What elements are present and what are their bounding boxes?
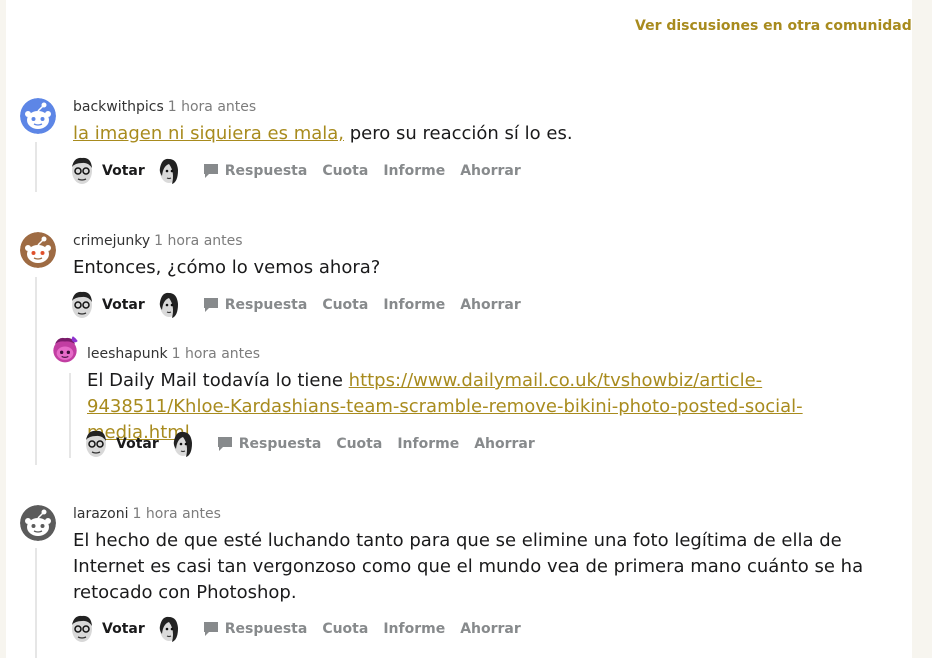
- save-button[interactable]: Ahorrar: [460, 621, 521, 637]
- report-button[interactable]: Informe: [383, 297, 445, 313]
- reply-label: Respuesta: [238, 436, 322, 452]
- comment-body: El hecho de que esté luchando tanto para…: [73, 528, 873, 606]
- comment-bubble-icon: [203, 622, 218, 636]
- snoo-gray-avatar-icon: [20, 505, 56, 541]
- reply-label: Respuesta: [224, 297, 308, 313]
- save-button[interactable]: Ahorrar: [460, 163, 521, 179]
- reply-label: Respuesta: [224, 621, 308, 637]
- thread-line[interactable]: [35, 548, 37, 658]
- reply-button[interactable]: Respuesta: [217, 436, 322, 452]
- comment-body: la imagen ni siquiera es mala, pero su r…: [73, 121, 893, 147]
- thread-line[interactable]: [69, 373, 71, 458]
- comment-meta: crimejunky 1 hora antes: [73, 233, 243, 249]
- comment-body: Entonces, ¿cómo lo vemos ahora?: [73, 255, 893, 281]
- comment-bubble-icon: [217, 437, 232, 451]
- snoo-brown-avatar-icon: [20, 232, 56, 268]
- share-button[interactable]: Cuota: [322, 297, 368, 313]
- vote-label: Votar: [102, 297, 145, 313]
- upvote-face-icon[interactable]: [70, 156, 94, 186]
- report-button[interactable]: Informe: [383, 163, 445, 179]
- share-button[interactable]: Cuota: [322, 163, 368, 179]
- avatar[interactable]: [20, 98, 56, 134]
- reply-button[interactable]: Respuesta: [203, 163, 308, 179]
- report-button[interactable]: Informe: [397, 436, 459, 452]
- vote-label: Votar: [102, 163, 145, 179]
- comment-actions: Votar Respuesta Cuota Informe Ahorrar: [70, 290, 536, 320]
- comment-actions: Votar Respuesta Cuota Informe Ahorrar: [70, 614, 536, 644]
- thread-line[interactable]: [35, 142, 37, 192]
- timestamp[interactable]: 1 hora antes: [132, 506, 220, 522]
- downvote-face-icon[interactable]: [157, 614, 181, 644]
- comment-text: El Daily Mail todavía lo tiene: [87, 370, 349, 391]
- comment-meta: backwithpics 1 hora antes: [73, 99, 256, 115]
- save-button[interactable]: Ahorrar: [474, 436, 535, 452]
- comment-actions: Votar Respuesta Cuota Informe Ahorrar: [70, 156, 536, 186]
- comments-page: Ver discusiones en otra comunidad backwi…: [6, 0, 922, 658]
- upvote-face-icon[interactable]: [70, 290, 94, 320]
- timestamp[interactable]: 1 hora antes: [154, 233, 242, 249]
- comment-bubble-icon: [203, 164, 218, 178]
- comment-bubble-icon: [203, 298, 218, 312]
- downvote-face-icon[interactable]: [171, 429, 195, 459]
- username[interactable]: backwithpics: [73, 99, 164, 115]
- other-community-discussions-link[interactable]: Ver discusiones en otra comunidad: [635, 18, 912, 34]
- downvote-face-icon[interactable]: [157, 156, 181, 186]
- page-edge: [912, 0, 922, 658]
- save-button[interactable]: Ahorrar: [460, 297, 521, 313]
- avatar[interactable]: [50, 334, 80, 364]
- thread-line[interactable]: [35, 277, 37, 465]
- upvote-face-icon[interactable]: [84, 429, 108, 459]
- reply-button[interactable]: Respuesta: [203, 621, 308, 637]
- comment-meta: larazoni 1 hora antes: [73, 506, 221, 522]
- username[interactable]: leeshapunk: [87, 346, 168, 362]
- avatar[interactable]: [20, 232, 56, 268]
- comment-link[interactable]: la imagen ni siquiera es mala,: [73, 123, 344, 144]
- share-button[interactable]: Cuota: [322, 621, 368, 637]
- upvote-face-icon[interactable]: [70, 614, 94, 644]
- avatar[interactable]: [20, 505, 56, 541]
- downvote-face-icon[interactable]: [157, 290, 181, 320]
- share-button[interactable]: Cuota: [336, 436, 382, 452]
- timestamp[interactable]: 1 hora antes: [168, 99, 256, 115]
- username[interactable]: crimejunky: [73, 233, 150, 249]
- vote-label: Votar: [116, 436, 159, 452]
- timestamp[interactable]: 1 hora antes: [172, 346, 260, 362]
- comment-text: Entonces, ¿cómo lo vemos ahora?: [73, 257, 381, 278]
- vote-label: Votar: [102, 621, 145, 637]
- comment-text: pero su reacción sí lo es.: [344, 123, 573, 144]
- username[interactable]: larazoni: [73, 506, 128, 522]
- snoo-pink-avatar-icon: [50, 334, 80, 364]
- snoo-blue-avatar-icon: [20, 98, 56, 134]
- comment-actions: Votar Respuesta Cuota Informe Ahorrar: [84, 429, 550, 459]
- reply-label: Respuesta: [224, 163, 308, 179]
- comment-text: El hecho de que esté luchando tanto para…: [73, 530, 864, 603]
- report-button[interactable]: Informe: [383, 621, 445, 637]
- comment-meta: leeshapunk 1 hora antes: [87, 346, 260, 362]
- reply-button[interactable]: Respuesta: [203, 297, 308, 313]
